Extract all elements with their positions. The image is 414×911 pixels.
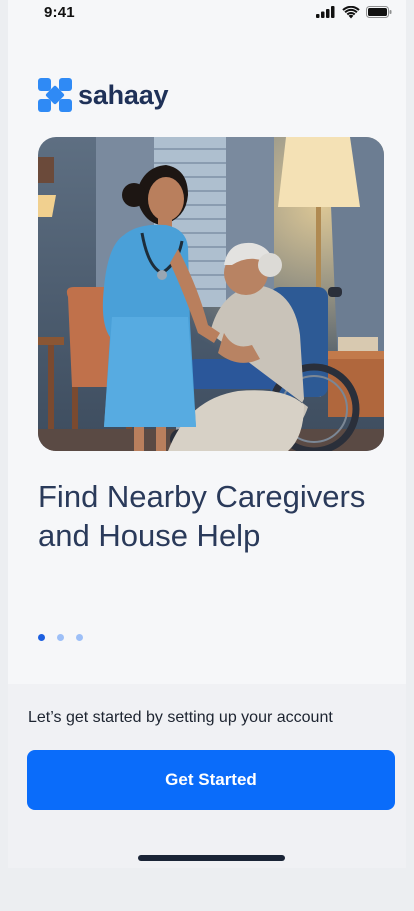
caregiver-illustration — [38, 137, 384, 451]
setup-prompt: Let’s get started by setting up your acc… — [28, 709, 333, 726]
home-indicator[interactable] — [138, 855, 285, 861]
pagination-dots — [38, 634, 83, 641]
onboarding-headline: Find Nearby Caregivers and House Help — [38, 479, 366, 553]
get-started-button[interactable]: Get Started — [27, 750, 395, 810]
battery-icon — [366, 6, 392, 18]
brand-name: sahaay — [78, 79, 169, 110]
onboarding-screen: 9:41 sahaay Find Nearby Caregivers and H… — [8, 0, 406, 868]
brand: sahaay — [38, 78, 169, 112]
pagination-dot[interactable] — [76, 634, 83, 641]
signal-icon — [316, 6, 335, 18]
wifi-icon — [342, 5, 360, 18]
status-bar: 9:41 — [8, 0, 406, 24]
pagination-dot-active[interactable] — [38, 634, 45, 641]
footer-panel: Let’s get started by setting up your acc… — [8, 684, 406, 868]
sahaay-logo-icon — [38, 78, 72, 112]
pagination-dot[interactable] — [57, 634, 64, 641]
status-time: 9:41 — [44, 3, 75, 21]
hero-illustration — [38, 137, 384, 451]
status-icons — [316, 5, 392, 19]
